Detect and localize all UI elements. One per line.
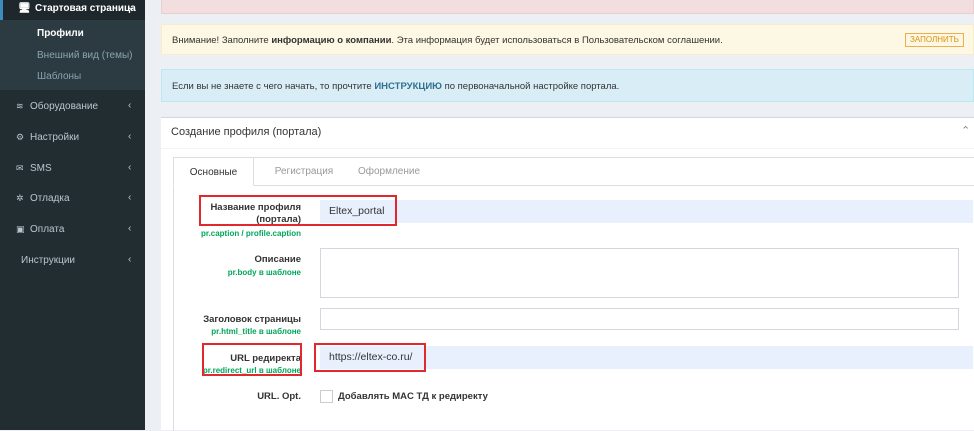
sidebar-item-label: SMS xyxy=(30,163,52,174)
warning-text: Внимание! Заполните информацию о компани… xyxy=(172,35,723,46)
sidebar-item-label: Оборудование xyxy=(30,101,99,112)
box-divider xyxy=(161,148,974,149)
info-alert: Если вы не знаете с чего начать, то проч… xyxy=(161,69,974,102)
sidebar-subitem-profiles[interactable]: Профили xyxy=(37,28,84,39)
tab-basic[interactable]: Основные xyxy=(173,157,254,186)
chevron-left-icon: ‹ xyxy=(128,223,132,234)
sidebar-item-label: Инструкции xyxy=(21,255,76,266)
wifi-icon: ≋ xyxy=(16,101,24,111)
main-content: Внимание! Заполните информацию о компани… xyxy=(145,0,974,431)
sidebar-item-instructions[interactable]: Инструкции ‹ xyxy=(0,252,145,272)
chevron-left-icon: ‹ xyxy=(128,192,132,203)
highlight-box-redirect-value xyxy=(314,343,426,372)
profile-name-hint: pr.caption / profile.caption xyxy=(200,229,301,238)
highlight-box-redirect-label xyxy=(202,343,302,376)
sidebar-subitem-themes[interactable]: Внешний вид (темы) xyxy=(37,50,133,61)
mac-redirect-checkbox[interactable] xyxy=(320,390,333,403)
page-title-label: Заголовок страницы xyxy=(203,314,301,325)
mac-redirect-checkbox-label[interactable]: Добавлять MAC ТД к редиректу xyxy=(338,391,488,402)
sidebar-submenu: Профили Внешний вид (темы) Шаблоны xyxy=(0,20,145,90)
chevron-up-icon[interactable]: ⌃ xyxy=(961,124,970,137)
sidebar-item-label: Настройки xyxy=(30,132,80,143)
page-title-hint: pr.html_title в шаблоне xyxy=(211,327,301,336)
sidebar-item-label: Оплата xyxy=(30,224,65,235)
info-text: Если вы не знаете с чего начать, то проч… xyxy=(172,81,619,92)
info-suffix: по первоначальной настройке портала. xyxy=(441,81,620,92)
tab-registration[interactable]: Регистрация xyxy=(258,157,350,186)
description-textarea[interactable] xyxy=(320,248,959,298)
sidebar-item-payment[interactable]: ▣ Оплата ‹ xyxy=(0,221,145,241)
money-icon: ▣ xyxy=(16,224,25,234)
sidebar: 🖥 Стартовая страница ⌄ Профили Внешний в… xyxy=(0,0,145,430)
profile-box: Создание профиля (портала) ⌃ Основные Ре… xyxy=(161,117,974,431)
instruction-link[interactable]: ИНСТРУКЦИЮ xyxy=(374,81,442,92)
sidebar-item-label: Стартовая страница xyxy=(35,3,136,14)
bug-icon: ✲ xyxy=(16,193,24,203)
url-opt-label: URL. Opt. xyxy=(257,391,301,402)
tab-design[interactable]: Оформление xyxy=(344,157,434,186)
chevron-left-icon: ‹ xyxy=(128,100,132,111)
envelope-icon: ✉ xyxy=(16,163,24,173)
highlight-box-name xyxy=(199,195,397,226)
monitor-icon: 🖥 xyxy=(18,3,31,14)
box-title: Создание профиля (портала) xyxy=(171,126,322,138)
profile-name-input[interactable]: Eltex_portal xyxy=(320,200,973,223)
info-prefix: Если вы не знаете с чего начать, то проч… xyxy=(172,81,375,92)
warning-prefix: Внимание! Заполните xyxy=(172,35,272,46)
sidebar-item-settings[interactable]: ⚙ Настройки ‹ xyxy=(0,129,145,149)
chevron-down-icon: ⌄ xyxy=(127,2,136,13)
sidebar-item-debug[interactable]: ✲ Отладка ‹ xyxy=(0,190,145,210)
error-alert xyxy=(161,0,974,14)
fill-button[interactable]: ЗАПОЛНИТЬ xyxy=(905,33,964,47)
chevron-left-icon: ‹ xyxy=(128,131,132,142)
chevron-left-icon: ‹ xyxy=(128,254,132,265)
description-label: Описание xyxy=(254,254,301,265)
sidebar-subitem-templates[interactable]: Шаблоны xyxy=(37,71,81,82)
description-hint: pr.body в шаблоне xyxy=(227,268,301,277)
sidebar-item-sms[interactable]: ✉ SMS ‹ xyxy=(0,160,145,180)
sidebar-item-start-page[interactable]: 🖥 Стартовая страница ⌄ xyxy=(0,0,145,20)
sidebar-item-label: Отладка xyxy=(30,193,70,204)
chevron-left-icon: ‹ xyxy=(128,162,132,173)
sidebar-item-equipment[interactable]: ≋ Оборудование ‹ xyxy=(0,98,145,118)
company-info-link[interactable]: информацию о компании xyxy=(271,35,391,46)
gears-icon: ⚙ xyxy=(16,132,25,142)
warning-alert: Внимание! Заполните информацию о компани… xyxy=(161,24,974,55)
warning-suffix: . Эта информация будет использоваться в … xyxy=(391,35,723,46)
page-title-input[interactable] xyxy=(320,308,959,330)
